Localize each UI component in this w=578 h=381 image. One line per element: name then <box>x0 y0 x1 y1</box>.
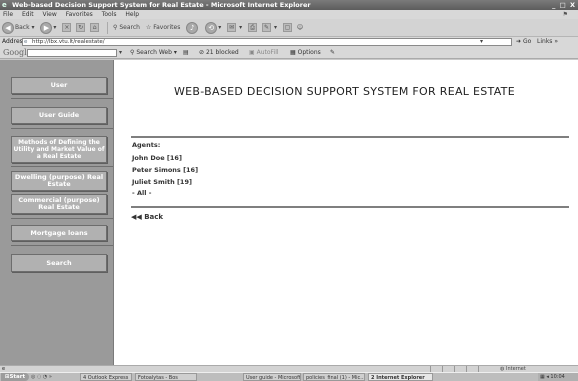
back-button[interactable]: ◀ Back ▾ <box>2 19 35 37</box>
sidebar: User User Guide Methods of Defining the … <box>0 60 114 365</box>
agent-link-john-doe[interactable]: John Doe [16] <box>132 154 182 162</box>
sidebar-divider <box>11 98 113 99</box>
system-tray: ▦ ◂ 10:04 <box>538 373 578 381</box>
back-arrow-icon: ◀ <box>2 21 14 34</box>
options-button[interactable]: ▦ Options <box>290 47 321 59</box>
tray-icons: ▦ ◂ <box>540 374 551 380</box>
go-button[interactable]: ➜ Go <box>516 37 531 47</box>
menu-help[interactable]: Help <box>125 11 139 18</box>
edit-icon: ✎ <box>261 23 271 32</box>
google-dropdown-icon[interactable]: ▾ <box>119 47 122 59</box>
agent-link-juliet-smith[interactable]: Juliet Smith [19] <box>132 178 192 186</box>
menu-view[interactable]: View <box>43 11 57 18</box>
popup-blocker-button[interactable]: ⊘ 21 blocked <box>199 47 239 59</box>
google-toolbar: Google ▾ ⚲ Search Web ▾ ▤ ⊘ 21 blocked ▣… <box>0 47 578 59</box>
window-title: Web-based Decision Support System for Re… <box>12 1 311 9</box>
agent-link-peter-simons[interactable]: Peter Simons [16] <box>132 166 198 174</box>
sidebar-border <box>113 60 114 365</box>
agents-heading: Agents: <box>132 141 161 149</box>
blocked-icon: ⊘ <box>199 49 205 56</box>
go-arrow-icon: ➜ <box>516 38 522 45</box>
sidebar-item-search[interactable]: Search <box>11 254 107 272</box>
page-viewport: User User Guide Methods of Defining the … <box>0 60 578 365</box>
mail-button[interactable]: ✉ ▾ <box>227 19 242 37</box>
agent-link-all[interactable]: - All - <box>132 189 151 197</box>
sidebar-divider <box>11 166 113 167</box>
task-policies-final[interactable]: policies_final (1) - Mic... <box>303 373 365 381</box>
edit-button[interactable]: ✎ ▾ <box>261 19 277 37</box>
top-divider <box>131 136 569 138</box>
refresh-icon[interactable]: ↻ <box>76 23 86 32</box>
toolbar-separator <box>107 21 109 34</box>
links-button[interactable]: Links » <box>537 37 558 47</box>
messenger-icon: ☺ <box>296 24 304 31</box>
autofill-button[interactable]: ▣ AutoFill <box>249 47 279 59</box>
task-user-guide[interactable]: User guide - Microsoft... <box>243 373 301 381</box>
standard-toolbar: ◀ Back ▾ ▶ ▾ × ↻ ⌂ ⚲ Search ☆ Favorites ♪ … <box>0 19 578 37</box>
forward-arrow-icon: ▶ <box>40 21 53 34</box>
double-arrow-left-icon: ◀◀ <box>131 213 142 221</box>
forward-button[interactable]: ▶ ▾ <box>40 19 56 37</box>
windows-flag-icon: ⚑ <box>562 11 568 18</box>
sidebar-item-user[interactable]: User <box>11 77 107 94</box>
sidebar-item-mortgage-loans[interactable]: Mortgage loans <box>11 225 107 241</box>
task-fotoalytas[interactable]: Fotoalytas - Bos <box>135 373 197 381</box>
sidebar-divider <box>11 218 113 219</box>
menu-bar: File Edit View Favorites Tools Help ⚑ <box>0 10 578 19</box>
sidebar-item-methods[interactable]: Methods of Defining the Utility and Mark… <box>11 136 107 163</box>
bottom-divider <box>131 206 569 208</box>
home-icon[interactable]: ⌂ <box>90 23 100 32</box>
back-link[interactable]: ◀◀ Back <box>131 213 163 221</box>
media-button[interactable]: ♪ <box>186 19 199 37</box>
star-icon: ☆ <box>145 24 152 31</box>
media-icon: ♪ <box>186 21 199 34</box>
highlight-icon[interactable]: ✎ <box>330 47 335 59</box>
menu-file[interactable]: File <box>3 11 13 18</box>
sidebar-divider <box>11 245 113 246</box>
discuss-icon[interactable]: ▢ <box>282 23 292 32</box>
search-button[interactable]: ⚲ Search <box>113 19 140 37</box>
autofill-icon: ▣ <box>249 49 255 56</box>
pagerank-icon[interactable]: ▤ <box>183 47 189 59</box>
address-url: http://lbx.vtu.lt/realestate/ <box>32 39 105 45</box>
history-button[interactable]: ⟲ ▾ <box>205 19 221 37</box>
sidebar-item-dwelling[interactable]: Dwelling (purpose) Real Estate <box>11 171 107 191</box>
search-web-button[interactable]: ⚲ Search Web ▾ <box>130 47 177 59</box>
page-title: WEB-BASED DECISION SUPPORT SYSTEM FOR RE… <box>174 85 515 98</box>
clock: 10:04 <box>550 374 565 380</box>
menu-tools[interactable]: Tools <box>102 11 117 18</box>
start-button[interactable]: ⊞Start <box>1 373 29 381</box>
address-bar: Address e http://lbx.vtu.lt/realestate/ … <box>0 37 578 47</box>
print-icon[interactable]: ⎙ <box>248 23 258 32</box>
taskbar: ⊞Start ◎ ◌ ◔ » 4 Outlook Express Fotoaly… <box>0 372 578 381</box>
stop-icon[interactable]: × <box>62 23 72 32</box>
menu-favorites[interactable]: Favorites <box>66 11 93 18</box>
sidebar-item-commercial[interactable]: Commercial (purpose) Real Estate <box>11 194 107 214</box>
task-outlook-express[interactable]: 4 Outlook Express <box>80 373 132 381</box>
options-icon: ▦ <box>290 49 296 56</box>
task-internet-explorer[interactable]: 2 Internet Explorer <box>368 373 433 381</box>
messenger-button[interactable]: ☺ <box>297 19 303 37</box>
page-icon: e <box>24 39 28 45</box>
window-title-bar: e Web-based Decision Support System for … <box>0 0 578 10</box>
window-controls[interactable]: _ □ X <box>552 0 576 10</box>
sidebar-item-user-guide[interactable]: User Guide <box>11 107 107 124</box>
status-bar: e ◍ Internet <box>0 365 578 372</box>
history-icon: ⟲ <box>205 21 218 34</box>
google-search-input[interactable] <box>27 49 117 57</box>
search-icon: ⚲ <box>113 24 118 31</box>
binoculars-icon: ⚲ <box>130 49 135 56</box>
favorites-button[interactable]: ☆ Favorites <box>146 19 180 37</box>
address-dropdown-icon[interactable]: ▾ <box>480 37 483 47</box>
sidebar-divider <box>11 128 113 129</box>
mail-icon: ✉ <box>227 23 237 32</box>
menu-edit[interactable]: Edit <box>22 11 34 18</box>
quick-launch: ◎ ◌ ◔ » <box>31 374 52 380</box>
ie-logo-icon: e <box>2 1 7 9</box>
address-input[interactable]: e http://lbx.vtu.lt/realestate/ <box>22 38 512 46</box>
